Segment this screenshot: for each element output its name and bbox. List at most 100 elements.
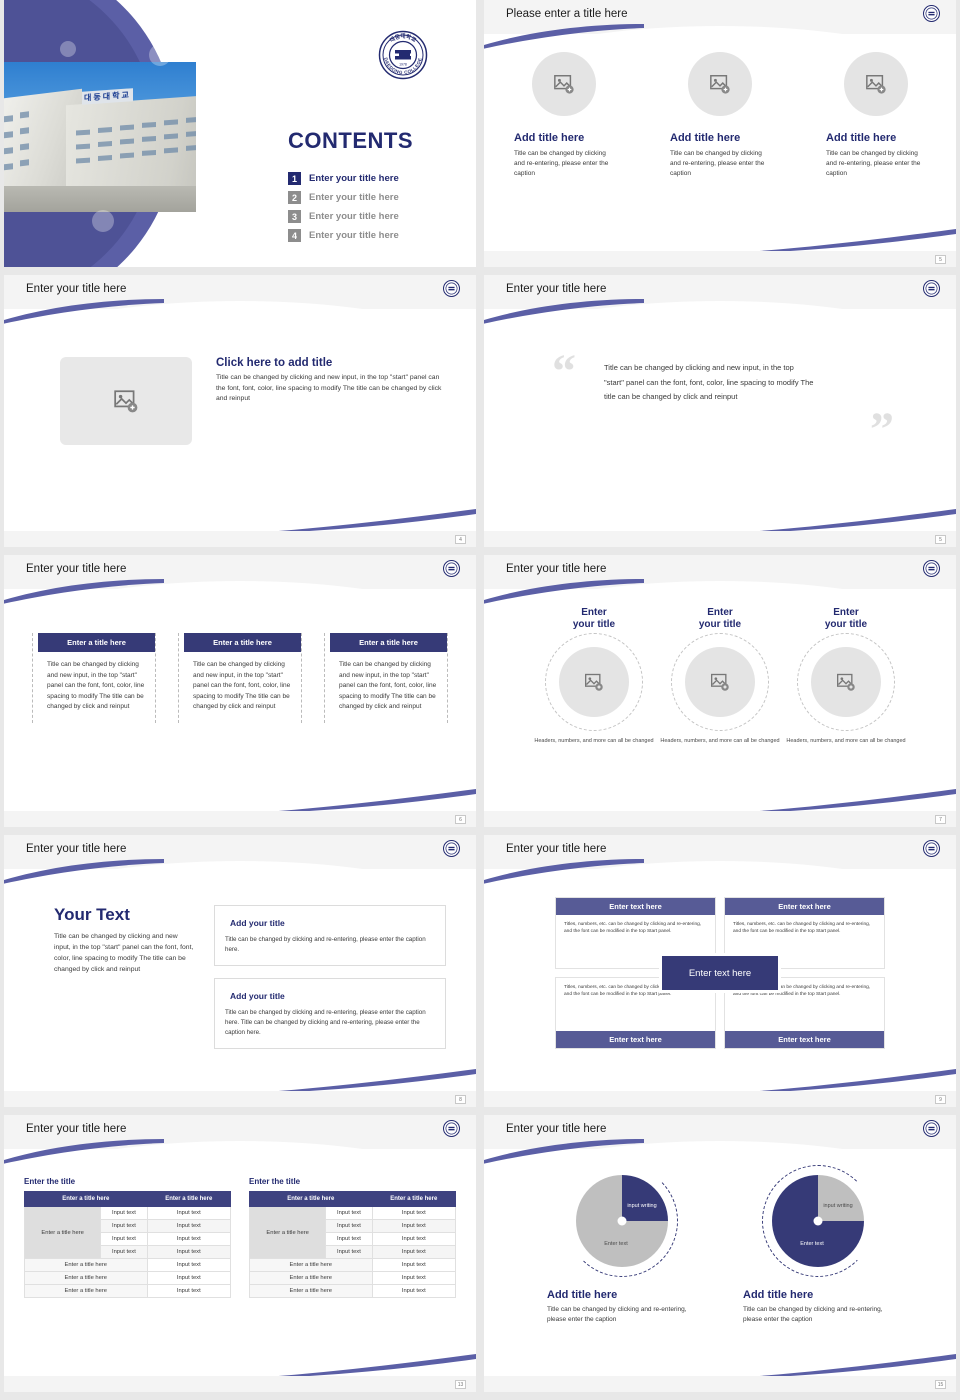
column-body: Title can be changed by clicking and new…	[339, 661, 437, 711]
contents-item-4[interactable]: 4 Enter your title here	[288, 229, 399, 242]
ring-outline	[797, 633, 895, 731]
pie-column[interactable]: input writing Enter text Add title here …	[547, 1165, 697, 1326]
bar-column[interactable]: Enter a title here Title can be changed …	[178, 633, 302, 723]
ring-heading-line2: your title	[572, 619, 616, 630]
table-cell: Input text	[371, 1206, 457, 1220]
info-box[interactable]: Add your title Title can be changed by c…	[214, 905, 446, 966]
image-placeholder-icon[interactable]	[559, 647, 629, 717]
footer-band	[484, 531, 956, 547]
table-col-header: Enter a title here	[146, 1191, 232, 1207]
footer-band	[4, 531, 476, 547]
college-logo	[923, 1120, 940, 1142]
pie-caption: Title can be changed by clicking and re-…	[547, 1306, 687, 1324]
table-header-row: Enter a title here Enter a title here	[24, 1191, 232, 1207]
contents-number: 3	[288, 210, 301, 223]
slide-pie-charts[interactable]: Enter your title here input writing Ente…	[484, 1115, 956, 1392]
column-header: Enter a title here	[184, 633, 301, 652]
feature-column[interactable]: Add title here Title can be changed by c…	[826, 52, 926, 179]
quad-cell-header: Enter text here	[556, 1031, 715, 1048]
contents-number: 4	[288, 229, 301, 242]
college-logo	[923, 5, 940, 27]
pie-column[interactable]: input writing Enter text Add title here …	[743, 1165, 893, 1326]
pie-hub	[617, 1216, 627, 1226]
feature-column[interactable]: Add title here Title can be changed by c…	[670, 52, 770, 179]
decor-dot-3	[92, 210, 114, 232]
table-cell: Input text	[146, 1245, 232, 1259]
ring-heading-line1: Enter	[707, 607, 733, 618]
college-logo: 1978 대동대학교 DAEDONG COLLEGE	[378, 30, 428, 85]
ring-heading-line1: Enter	[833, 607, 859, 618]
table-cell: Enter a title here	[24, 1284, 148, 1298]
ring-column[interactable]: Enter your title Headers, numbers, and m…	[534, 607, 654, 745]
footer-band	[484, 1091, 956, 1107]
slide-title[interactable]: 대동대학교 1978 대동대학교 DAEDONG COLLEGE CONTENT…	[4, 0, 476, 267]
slide-your-text[interactable]: Enter your title here Your Text Title ca…	[4, 835, 476, 1107]
bar-column[interactable]: Enter a title here Title can be changed …	[32, 633, 156, 723]
pie-caption: Title can be changed by clicking and re-…	[743, 1306, 883, 1324]
image-placeholder-icon[interactable]	[60, 357, 192, 445]
image-placeholder-icon[interactable]	[685, 647, 755, 717]
table-col-header: Enter a title here	[24, 1191, 148, 1207]
info-box[interactable]: Add your title Title can be changed by c…	[214, 977, 446, 1049]
image-placeholder-icon[interactable]	[532, 52, 596, 116]
campus-photo: 대동대학교	[4, 62, 196, 212]
table-row: Enter a title here Input text	[249, 1271, 457, 1285]
pie-slice-label: input writing	[627, 1203, 657, 1209]
table-cell: Input text	[371, 1284, 457, 1298]
data-table[interactable]: Enter a title here Enter a title here En…	[23, 1191, 232, 1298]
contents-label: Enter your title here	[309, 173, 399, 184]
contents-item-3[interactable]: 3 Enter your title here	[288, 210, 399, 223]
column-header: Enter a title here	[38, 633, 155, 652]
table-row: Enter a title here Input text	[249, 1258, 457, 1272]
table-row: Enter a title here Input text Input text	[23, 1206, 232, 1259]
table-header-row: Enter a title here Enter a title here	[249, 1191, 457, 1207]
bar-column[interactable]: Enter a title here Title can be changed …	[324, 633, 448, 723]
ring-column[interactable]: Enter your title Headers, numbers, and m…	[786, 607, 906, 745]
image-placeholder-icon[interactable]	[688, 52, 752, 116]
table-block: Enter the title Enter a title here Enter…	[23, 1177, 232, 1298]
college-logo	[443, 280, 460, 302]
quad-center-label[interactable]: Enter text here	[659, 953, 781, 993]
slide-title: Enter your title here	[26, 283, 127, 295]
footer-band	[4, 1376, 476, 1392]
slide-three-bars[interactable]: Enter your title here Enter a title here…	[4, 555, 476, 827]
contents-item-2[interactable]: 2 Enter your title here	[288, 191, 399, 204]
info-box-body: Title can be changed by clicking and re-…	[225, 936, 426, 953]
slide-three-circles[interactable]: Please enter a title here Add title here…	[484, 0, 956, 267]
contents-item-1[interactable]: 1 Enter your title here	[288, 172, 399, 185]
college-logo	[443, 560, 460, 582]
page-title: CONTENTS	[288, 128, 413, 153]
page-number: 15	[935, 1380, 946, 1389]
decor-dot-2	[149, 44, 171, 66]
table-cell: Input text	[325, 1219, 373, 1233]
quad-cell-header: Enter text here	[725, 1031, 884, 1048]
table-block: Enter the title Enter a title here Enter…	[248, 1177, 457, 1298]
column-body: Title can be changed by clicking and new…	[193, 661, 291, 711]
table-row: Enter a title here Input text	[249, 1284, 457, 1298]
page-number: 7	[935, 815, 946, 824]
college-logo	[923, 560, 940, 582]
pie-body	[576, 1175, 668, 1267]
slide-quote[interactable]: Enter your title here “ ” Title can be c…	[484, 275, 956, 547]
feature-heading: Add title here	[826, 132, 897, 144]
slide-title: Enter your title here	[506, 563, 607, 575]
slide-image-text[interactable]: Enter your title here Click here to add …	[4, 275, 476, 547]
slide-tables[interactable]: Enter your title here Enter the title En…	[4, 1115, 476, 1392]
slide-body: Enter text here Titles, numbers, etc. ca…	[484, 875, 956, 1089]
quote-text: Title can be changed by clicking and new…	[604, 363, 814, 402]
ring-caption: Headers, numbers, and more can all be ch…	[786, 738, 906, 744]
left-text-block: Your Text Title can be changed by clicki…	[54, 905, 194, 1049]
data-table[interactable]: Enter a title here Enter a title here En…	[248, 1191, 457, 1298]
image-placeholder-icon[interactable]	[844, 52, 908, 116]
right-boxes: Add your title Title can be changed by c…	[214, 905, 446, 1049]
slide-three-rings[interactable]: Enter your title here Enter your title H…	[484, 555, 956, 827]
table-row: Enter a title here Input text Input text	[248, 1206, 457, 1259]
image-placeholder-icon[interactable]	[811, 647, 881, 717]
info-box-heading: Add your title	[225, 990, 290, 1001]
ring-outline	[671, 633, 769, 731]
feature-column[interactable]: Add title here Title can be changed by c…	[514, 52, 614, 179]
ring-outline	[545, 633, 643, 731]
contents-list: 1 Enter your title here 2 Enter your tit…	[288, 172, 399, 242]
slide-quad-grid[interactable]: Enter your title here Enter text here Ti…	[484, 835, 956, 1107]
ring-column[interactable]: Enter your title Headers, numbers, and m…	[660, 607, 780, 745]
